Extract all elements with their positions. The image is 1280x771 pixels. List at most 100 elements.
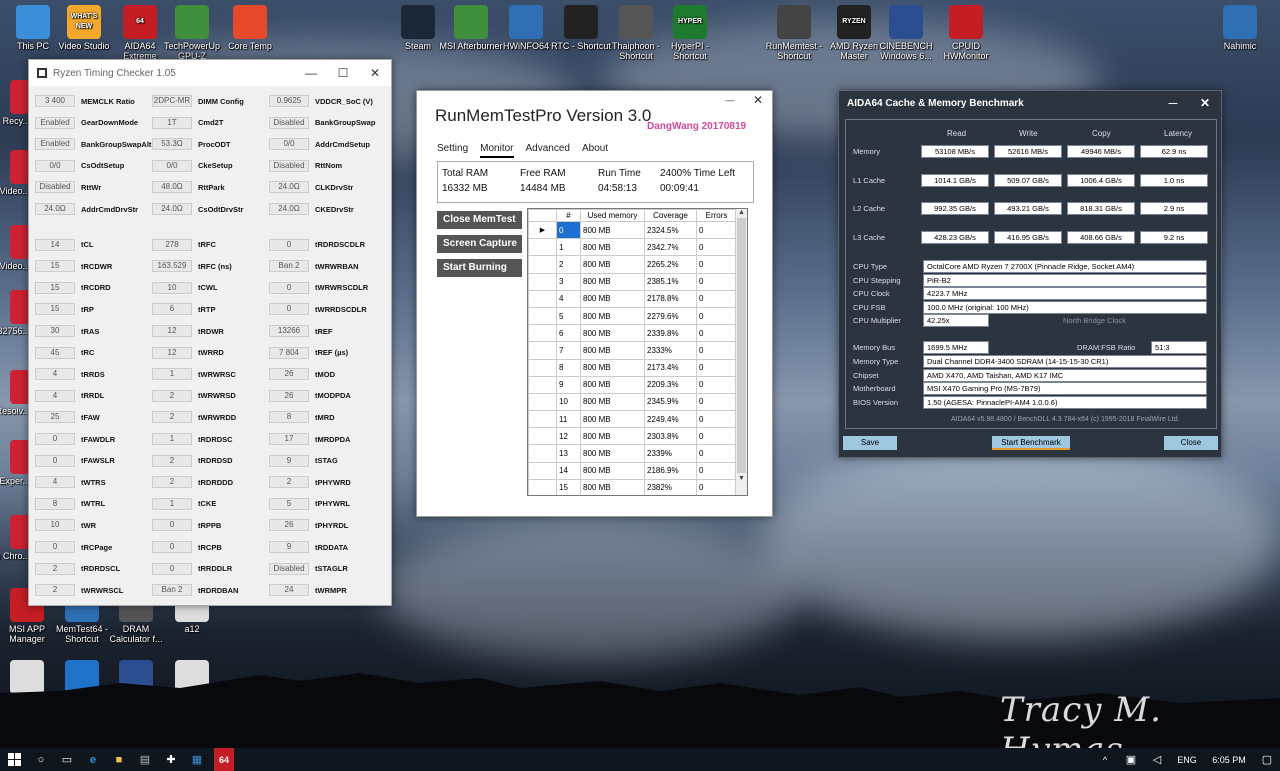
table-row[interactable]: 2 800 MB 2265.2% 0 [528, 255, 737, 274]
system-value: MSI X470 Gaming Pro (MS-7B79) [923, 382, 1207, 395]
aida64-taskbar-icon[interactable]: 64 [214, 748, 234, 771]
table-cell: 800 MB [580, 289, 645, 308]
close-button[interactable]: ✕ [1189, 90, 1221, 116]
table-row[interactable]: 12 800 MB 2303.8% 0 [528, 427, 737, 446]
desktop-icon[interactable]: ACD Video... [0, 150, 30, 196]
close-button[interactable]: ✕ [742, 87, 774, 113]
table-row[interactable]: 7 800 MB 2333% 0 [528, 341, 737, 360]
table-cell: 800 MB [580, 255, 645, 274]
row-pointer [528, 461, 557, 480]
timing-label: VDDCR_SoC (V) [315, 96, 373, 106]
desktop-icon[interactable]: Goo Chro... [0, 515, 30, 561]
timing-value: 8 [269, 411, 309, 424]
bench-value: 49946 MB/s [1067, 145, 1135, 158]
timing-entry: 24.0Ω CLKDrvStr [269, 181, 353, 194]
tab-monitor[interactable]: Monitor [480, 143, 514, 158]
timing-entry: 53.3Ω ProcODT [152, 138, 231, 151]
start-benchmark-button[interactable]: Start Benchmark [992, 436, 1070, 450]
cpu-label: CPU Stepping [853, 275, 901, 285]
table-cell: 0 [696, 324, 737, 343]
volume-icon[interactable]: ◁ [1144, 748, 1170, 771]
timing-value: 14 [35, 238, 75, 251]
table-row[interactable]: 10 800 MB 2345.9% 0 [528, 392, 737, 412]
start-burning-button[interactable]: Start Burning [437, 259, 522, 277]
save-button[interactable]: Save [843, 436, 897, 450]
desktop-icon[interactable]: TechPowerUp GPU-Z [160, 5, 224, 61]
tab-setting[interactable]: Setting [437, 143, 468, 158]
desktop-icon[interactable]: GeF Exper... [0, 440, 30, 486]
notifications-icon[interactable]: ▢ [1254, 748, 1280, 771]
table-row[interactable]: 6 800 MB 2339.8% 0 [528, 324, 737, 343]
runmemtest-window[interactable]: — ✕ RunMemTestPro Version 3.0 DangWang 2… [416, 90, 773, 517]
desktop-icon[interactable]: Nahimic [1208, 5, 1272, 51]
table-row[interactable]: 8 800 MB 2173.4% 0 [528, 358, 737, 377]
table-row[interactable]: 5 800 MB 2279.6% 0 [528, 306, 737, 326]
system-label: BIOS Version [853, 397, 899, 407]
timing-entry: 0 tWRWRSCDLR [269, 281, 368, 294]
timing-label: DIMM Config [198, 96, 244, 106]
title-bar[interactable]: AIDA64 Cache & Memory Benchmark — ✕ [839, 91, 1221, 115]
timing-value: 1 [152, 368, 192, 381]
desktop-icon-label: DRAM Calculator f... [109, 624, 163, 644]
desktop-icon[interactable]: Recy... [0, 80, 30, 126]
desktop-icon-label: RunMemtest - Shortcut [765, 41, 823, 61]
start-icon[interactable] [0, 748, 28, 771]
tab-advanced[interactable]: Advanced [526, 143, 570, 158]
table-row[interactable]: 3 800 MB 2385.1% 0 [528, 272, 737, 291]
timing-entry: 7 804 tREF (µs) [269, 346, 348, 359]
desktop-icon[interactable]: RunMemtest - Shortcut [762, 5, 826, 61]
screen-capture-button[interactable]: Screen Capture [437, 235, 522, 253]
minimize-button[interactable]: — [295, 60, 327, 86]
table-row[interactable]: 4 800 MB 2178.8% 0 [528, 289, 737, 308]
close-button[interactable]: ✕ [359, 60, 391, 86]
table-row[interactable]: 14 800 MB 2186.9% 0 [528, 461, 737, 480]
timing-entry: 2DPC-MR DIMM Config [152, 95, 244, 107]
desktop-icon[interactable]: HYPER HyperPI - Shortcut [658, 5, 722, 61]
rtc-icon[interactable]: ✚ [158, 748, 184, 771]
table-row[interactable]: 15 800 MB 2382% 0 [528, 478, 737, 495]
runmemtest-taskbar-icon[interactable]: ▦ [184, 748, 210, 771]
close-memtest-button[interactable]: Close MemTest [437, 211, 522, 229]
timing-entry: 0/0 CsOdtSetup [35, 159, 124, 172]
network-icon[interactable]: ▣ [1118, 748, 1144, 771]
aida64-benchmark-window[interactable]: AIDA64 Cache & Memory Benchmark — ✕ Read… [838, 90, 1222, 458]
desktop-icon[interactable]: DaV Resolv... [0, 370, 30, 416]
title-bar[interactable]: Ryzen Timing Checker 1.05 — ☐ ✕ [29, 60, 391, 86]
task-view-icon[interactable]: ▭ [54, 748, 80, 771]
file-explorer-icon[interactable]: ■ [106, 748, 132, 771]
desktop-icon[interactable]: ACD Video... [0, 225, 30, 271]
chevron-up-icon[interactable]: ^ [1092, 748, 1118, 771]
tab-about[interactable]: About [582, 143, 608, 158]
edge-icon[interactable]: e [80, 748, 106, 771]
timing-label: tRFC [198, 240, 216, 250]
table-row[interactable]: ▶ 0 800 MB 2324.5% 0 [528, 220, 737, 240]
store-icon[interactable]: ▤ [132, 748, 158, 771]
timing-entry: 4 tWTRS [35, 476, 106, 489]
clock[interactable]: 6:05 PM [1204, 748, 1254, 771]
timing-value: Enabled [35, 116, 75, 129]
timing-entry: 0/0 CkeSetup [152, 159, 233, 172]
maximize-button[interactable]: ☐ [327, 60, 359, 86]
desktop-icon[interactable]: WHAT'S NEW Video Studio [52, 5, 116, 51]
desktop-icon[interactable]: CINEBENCH Windows 6... [874, 5, 938, 61]
memtest-table[interactable]: # Used memory Coverage Errors ▶ 0 800 MB 23… [527, 208, 748, 496]
table-row[interactable]: 11 800 MB 2249.4% 0 [528, 410, 737, 429]
timing-value: 0 [35, 454, 75, 467]
table-scrollbar[interactable]: ▲ ▼ [735, 209, 747, 495]
desktop-icon[interactable]: 432756... [0, 290, 30, 336]
search-icon[interactable]: ○ [28, 748, 54, 771]
ryzen-timing-checker-window[interactable]: Ryzen Timing Checker 1.05 — ☐ ✕ 3 400 MEM… [28, 59, 392, 606]
table-row[interactable]: 9 800 MB 2209.3% 0 [528, 375, 737, 394]
table-row[interactable]: 13 800 MB 2339% 0 [528, 444, 737, 463]
desktop-icon-label: HyperPI - Shortcut [670, 41, 709, 61]
timing-value: Disabled [269, 116, 309, 129]
scroll-thumb[interactable] [737, 218, 746, 473]
desktop-icon[interactable]: Core Temp [218, 5, 282, 51]
desktop-icon[interactable]: CPUID HWMonitor [934, 5, 998, 61]
scroll-up-icon[interactable]: ▲ [736, 209, 747, 216]
close-button-bottom[interactable]: Close [1164, 436, 1218, 450]
language-indicator[interactable]: ENG [1170, 748, 1204, 771]
scroll-down-icon[interactable]: ▼ [736, 475, 747, 482]
table-row[interactable]: 1 800 MB 2342.7% 0 [528, 238, 737, 257]
minimize-button[interactable]: — [1157, 90, 1189, 116]
